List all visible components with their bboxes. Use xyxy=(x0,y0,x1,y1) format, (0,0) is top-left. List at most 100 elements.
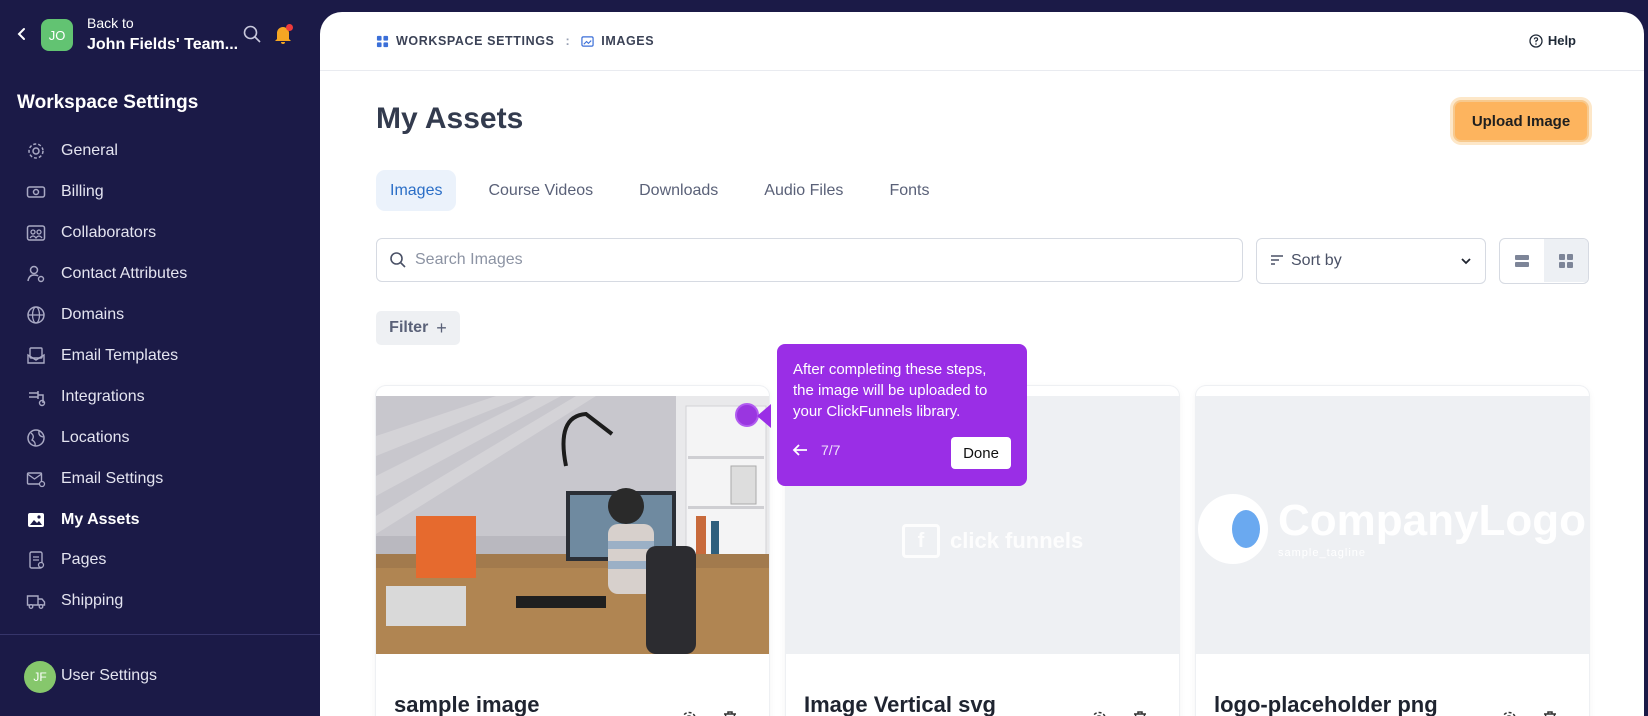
sort-dropdown[interactable]: Sort by xyxy=(1256,238,1486,284)
sidebar-heading: Workspace Settings xyxy=(17,92,199,113)
logo-text: click funnels xyxy=(950,528,1084,553)
sidebar-item-collaborators[interactable]: Collaborators xyxy=(26,220,156,246)
bell-icon[interactable] xyxy=(272,23,294,45)
sidebar-item-billing[interactable]: Billing xyxy=(26,179,104,205)
asset-name: logo-placeholder png xyxy=(1214,692,1438,716)
asset-name: sample image xyxy=(394,692,540,716)
sidebar-item-label: Collaborators xyxy=(61,224,157,241)
search-input[interactable] xyxy=(415,251,1215,269)
breadcrumb-workspace-settings[interactable]: WORKSPACE SETTINGS xyxy=(396,34,555,48)
header-divider xyxy=(320,70,1644,71)
view-toggle xyxy=(1499,238,1589,284)
tab-audio-files[interactable]: Audio Files xyxy=(750,170,857,211)
clickfunnels-mark-icon: f xyxy=(902,524,940,558)
chevron-left-icon[interactable] xyxy=(14,26,30,42)
breadcrumb-separator: : xyxy=(565,34,571,48)
walkthrough-beacon xyxy=(735,403,759,427)
asset-card[interactable]: CompanyLogo sample_tagline logo-placehol… xyxy=(1196,386,1589,716)
sort-label: Sort by xyxy=(1291,252,1342,269)
clickfunnels-logo: f click funnels xyxy=(902,524,1083,558)
list-view-icon xyxy=(1515,254,1529,267)
list-view-button[interactable] xyxy=(1500,239,1544,282)
banknote-icon xyxy=(26,186,46,198)
grid-view-button[interactable] xyxy=(1544,239,1588,282)
sidebar-item-my-assets[interactable]: My Assets xyxy=(26,507,140,533)
sidebar-item-label: Domains xyxy=(61,306,125,323)
sidebar-item-contact-attributes[interactable]: Contact Attributes xyxy=(26,261,187,287)
tooltip-text: After completing these steps, the image … xyxy=(793,361,988,420)
sidebar-item-general[interactable]: General xyxy=(26,138,118,164)
truck-icon xyxy=(26,595,46,609)
walkthrough-tooltip: After completing these steps, the image … xyxy=(777,344,1027,486)
gear-icon[interactable] xyxy=(1090,710,1108,716)
logo-text: CompanyLogo xyxy=(1278,496,1586,545)
filter-label: Filter xyxy=(389,319,429,336)
grid-view-icon xyxy=(1559,253,1573,268)
tab-downloads[interactable]: Downloads xyxy=(625,170,732,211)
tab-fonts[interactable]: Fonts xyxy=(875,170,943,211)
plus-icon: + xyxy=(436,317,447,338)
tooltip-pointer xyxy=(757,404,771,428)
sidebar-item-locations[interactable]: Locations xyxy=(26,425,130,451)
trash-icon[interactable] xyxy=(1131,710,1149,716)
sidebar-item-email-settings[interactable]: Email Settings xyxy=(26,466,163,492)
user-avatar[interactable]: JF xyxy=(24,661,56,693)
upload-image-button[interactable]: Upload Image xyxy=(1453,100,1589,142)
logo-circle-icon xyxy=(1198,494,1268,564)
sidebar-item-label: Locations xyxy=(61,429,130,446)
plug-icon xyxy=(29,391,46,407)
image-icon xyxy=(581,35,594,47)
company-logo: CompanyLogo sample_tagline xyxy=(1198,494,1586,564)
sidebar-item-domains[interactable]: Domains xyxy=(26,302,124,328)
tab-course-videos[interactable]: Course Videos xyxy=(474,170,607,211)
sidebar-item-label: My Assets xyxy=(61,511,140,528)
sort-icon xyxy=(1271,255,1283,265)
help-label: Help xyxy=(1547,33,1576,48)
gear-icon[interactable] xyxy=(680,710,698,716)
done-button[interactable]: Done xyxy=(951,437,1011,469)
tab-images[interactable]: Images xyxy=(376,170,457,211)
sidebar-item-label: Integrations xyxy=(61,388,145,405)
question-circle-icon xyxy=(1529,33,1543,48)
asset-card[interactable]: sample image xyxy=(376,386,769,716)
breadcrumb: WORKSPACE SETTINGS : IMAGES xyxy=(376,34,654,48)
mail-template-icon xyxy=(27,347,45,364)
user-settings-link[interactable]: User Settings xyxy=(61,667,157,685)
workspace-avatar[interactable]: JO xyxy=(41,19,73,51)
pages-icon xyxy=(29,551,45,569)
asset-name: Image Vertical svg xyxy=(804,692,996,716)
search-icon[interactable] xyxy=(242,24,262,44)
asset-thumbnail[interactable] xyxy=(376,396,769,654)
help-button[interactable]: Help xyxy=(1529,33,1576,48)
sidebar-item-email-templates[interactable]: Email Templates xyxy=(26,343,178,369)
sidebar-item-label: Contact Attributes xyxy=(61,265,188,282)
chevron-down-icon xyxy=(1461,258,1471,265)
breadcrumb-images[interactable]: IMAGES xyxy=(601,34,654,48)
mail-settings-icon xyxy=(26,472,46,488)
sidebar-item-label: General xyxy=(61,142,118,159)
users-icon xyxy=(26,225,46,241)
user-settings-icon xyxy=(27,265,45,283)
asset-thumbnail[interactable]: CompanyLogo sample_tagline xyxy=(1196,396,1589,654)
sidebar-item-pages[interactable]: Pages xyxy=(26,547,106,573)
office-photo xyxy=(376,396,769,654)
sidebar: JO Back to John Fields' Team... Workspac… xyxy=(0,0,320,716)
team-name[interactable]: John Fields' Team... xyxy=(87,36,238,54)
gear-icon xyxy=(28,143,44,159)
search-field xyxy=(376,238,1243,282)
tooltip-step-counter: 7/7 xyxy=(821,442,841,458)
trash-icon[interactable] xyxy=(1541,710,1559,716)
image-icon xyxy=(28,513,44,527)
filter-button[interactable]: Filter + xyxy=(376,311,460,345)
sidebar-item-shipping[interactable]: Shipping xyxy=(26,588,123,614)
asset-tabs: Images Course Videos Downloads Audio Fil… xyxy=(376,170,961,211)
trash-icon[interactable] xyxy=(721,710,739,716)
grid-icon xyxy=(376,35,389,47)
sidebar-item-integrations[interactable]: Integrations xyxy=(26,384,145,410)
gear-icon[interactable] xyxy=(1500,710,1518,716)
back-to-label[interactable]: Back to xyxy=(87,15,134,31)
logo-tagline: sample_tagline xyxy=(1278,547,1366,559)
arrow-left-icon[interactable] xyxy=(791,442,809,458)
page-title: My Assets xyxy=(376,102,524,135)
sidebar-item-label: Email Settings xyxy=(61,470,164,487)
